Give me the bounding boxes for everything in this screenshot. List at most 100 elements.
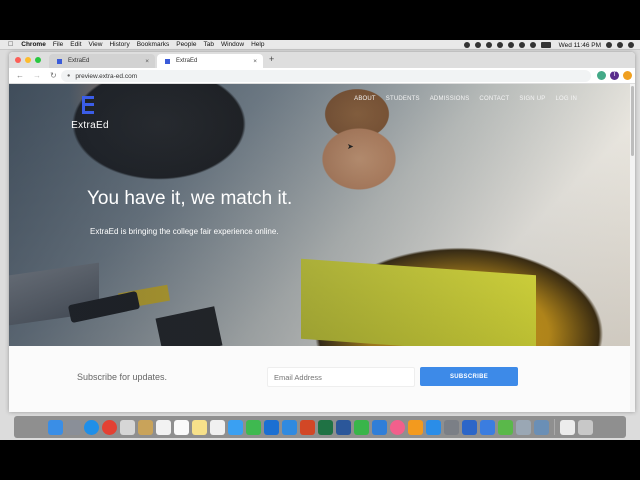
launchpad-icon[interactable] <box>65 419 81 435</box>
menubar-clock[interactable]: Wed 11:46 PM <box>559 42 601 49</box>
toolbar: ← → ↻ ● preview.extra-ed.com ☆ T <box>9 68 635 84</box>
wifi-icon[interactable] <box>518 42 525 48</box>
location-icon[interactable] <box>463 42 470 48</box>
back-arrow-icon[interactable]: ← <box>16 71 26 80</box>
subscribe-label: Subscribe for updates. <box>77 372 168 382</box>
nav-about[interactable]: ABOUT <box>354 96 376 102</box>
onedrive-icon[interactable] <box>281 419 297 435</box>
new-tab-button[interactable]: + <box>269 54 274 64</box>
word-icon[interactable] <box>335 419 351 435</box>
volume-icon[interactable] <box>529 42 536 48</box>
menu-window[interactable]: Window <box>221 41 244 48</box>
notes-icon[interactable] <box>191 419 207 435</box>
page-scrollbar[interactable] <box>630 84 635 412</box>
menu-people[interactable]: People <box>176 41 196 48</box>
outlook-icon[interactable] <box>263 419 279 435</box>
extension-icon-2[interactable] <box>623 71 632 80</box>
powerpoint-icon[interactable] <box>299 419 315 435</box>
vpn-icon[interactable] <box>461 419 477 435</box>
notes-app-icon[interactable] <box>137 419 153 435</box>
address-bar[interactable]: ● preview.extra-ed.com ☆ <box>61 70 605 82</box>
app-store-icon[interactable] <box>425 419 441 435</box>
profile-avatar[interactable]: T <box>610 71 619 80</box>
close-window-icon[interactable] <box>15 57 21 63</box>
tab-title: ExtraEd <box>176 58 198 64</box>
site-logo[interactable]: ExtraEd <box>67 96 113 131</box>
messages-icon[interactable] <box>227 419 243 435</box>
dock-separator <box>553 419 555 435</box>
minimize-window-icon[interactable] <box>25 57 31 63</box>
menu-help[interactable]: Help <box>251 41 264 48</box>
menu-file[interactable]: File <box>53 41 63 48</box>
nav-admissions[interactable]: ADMISSIONS <box>430 96 470 102</box>
chrome-icon[interactable] <box>101 419 117 435</box>
subscribe-section: Subscribe for updates. SUBSCRIBE <box>9 346 635 412</box>
web-page: ExtraEd ABOUT STUDENTS ADMISSIONS CONTAC… <box>9 84 635 412</box>
spotlight-icon[interactable] <box>606 42 612 48</box>
numbers-icon[interactable] <box>353 419 369 435</box>
email-field[interactable] <box>267 367 415 387</box>
desktop-screen:  Chrome File Edit View History Bookmark… <box>0 40 640 440</box>
notification-center-icon[interactable] <box>628 42 634 48</box>
menu-history[interactable]: History <box>109 41 129 48</box>
chrome-window: ExtraEd × ExtraEd × + ← → ↻ ● preview.ex… <box>9 52 635 412</box>
tab-close-icon[interactable]: × <box>145 58 149 65</box>
tab-close-icon[interactable]: × <box>253 58 257 65</box>
battery-icon[interactable] <box>540 42 551 48</box>
nav-students[interactable]: STUDENTS <box>386 96 420 102</box>
lock-icon[interactable]: ● <box>67 73 70 79</box>
apple-menu-icon[interactable]:  <box>8 41 13 48</box>
hero-subheadline: ExtraEd is bringing the college fair exp… <box>90 227 279 236</box>
mac-menu-bar:  Chrome File Edit View History Bookmark… <box>0 40 640 50</box>
calendar-icon[interactable] <box>155 419 171 435</box>
status-area: Wed 11:46 PM <box>463 40 634 50</box>
logo-mark-icon <box>82 96 98 116</box>
reminders-icon[interactable] <box>173 419 189 435</box>
url-text: preview.extra-ed.com <box>75 72 138 80</box>
excel-icon[interactable] <box>317 419 333 435</box>
finder-icon[interactable] <box>47 419 63 435</box>
reload-icon[interactable]: ↻ <box>50 71 60 80</box>
cloud-icon[interactable] <box>496 42 503 48</box>
zoom-window-icon[interactable] <box>35 57 41 63</box>
extension-icon[interactable] <box>597 71 606 80</box>
browser-icon[interactable] <box>479 419 495 435</box>
browser-tab-1[interactable]: ExtraEd × <box>49 54 155 68</box>
forward-arrow-icon[interactable]: → <box>33 71 43 80</box>
subscribe-button[interactable]: SUBSCRIBE <box>420 367 518 386</box>
preview-icon[interactable] <box>533 419 549 435</box>
dock <box>14 416 626 438</box>
itunes-icon[interactable] <box>389 419 405 435</box>
menu-edit[interactable]: Edit <box>70 41 81 48</box>
scrollbar-thumb[interactable] <box>631 86 634 156</box>
facetime-icon[interactable] <box>245 419 261 435</box>
airmail-icon[interactable] <box>119 419 135 435</box>
site-nav: ABOUT STUDENTS ADMISSIONS CONTACT SIGN U… <box>354 96 577 102</box>
nav-contact[interactable]: CONTACT <box>479 96 509 102</box>
menu-tab[interactable]: Tab <box>203 41 213 48</box>
photos-icon[interactable] <box>209 419 225 435</box>
menu-app-name[interactable]: Chrome <box>21 41 46 48</box>
record-icon[interactable] <box>474 42 481 48</box>
sync-icon[interactable] <box>485 42 492 48</box>
window-controls <box>15 57 41 63</box>
logo-text: ExtraEd <box>71 120 109 131</box>
menu-bookmarks[interactable]: Bookmarks <box>137 41 170 48</box>
ibooks-icon[interactable] <box>407 419 423 435</box>
trash-icon[interactable] <box>577 419 593 435</box>
menu-view[interactable]: View <box>89 41 103 48</box>
cleaner-icon[interactable] <box>497 419 513 435</box>
tab-favicon-icon <box>57 58 62 64</box>
documents-icon[interactable] <box>559 419 575 435</box>
dropbox-icon[interactable] <box>507 42 514 48</box>
utility-icon[interactable] <box>515 419 531 435</box>
safari-icon[interactable] <box>83 419 99 435</box>
keynote-icon[interactable] <box>371 419 387 435</box>
hero-image: ExtraEd ABOUT STUDENTS ADMISSIONS CONTAC… <box>9 84 635 358</box>
system-preferences-icon[interactable] <box>443 419 459 435</box>
siri-icon[interactable] <box>617 42 623 48</box>
browser-tab-2[interactable]: ExtraEd × <box>157 54 263 68</box>
nav-sign-up[interactable]: SIGN UP <box>519 96 545 102</box>
mouse-cursor-icon: ➤ <box>347 142 354 151</box>
nav-log-in[interactable]: LOG IN <box>555 96 577 102</box>
